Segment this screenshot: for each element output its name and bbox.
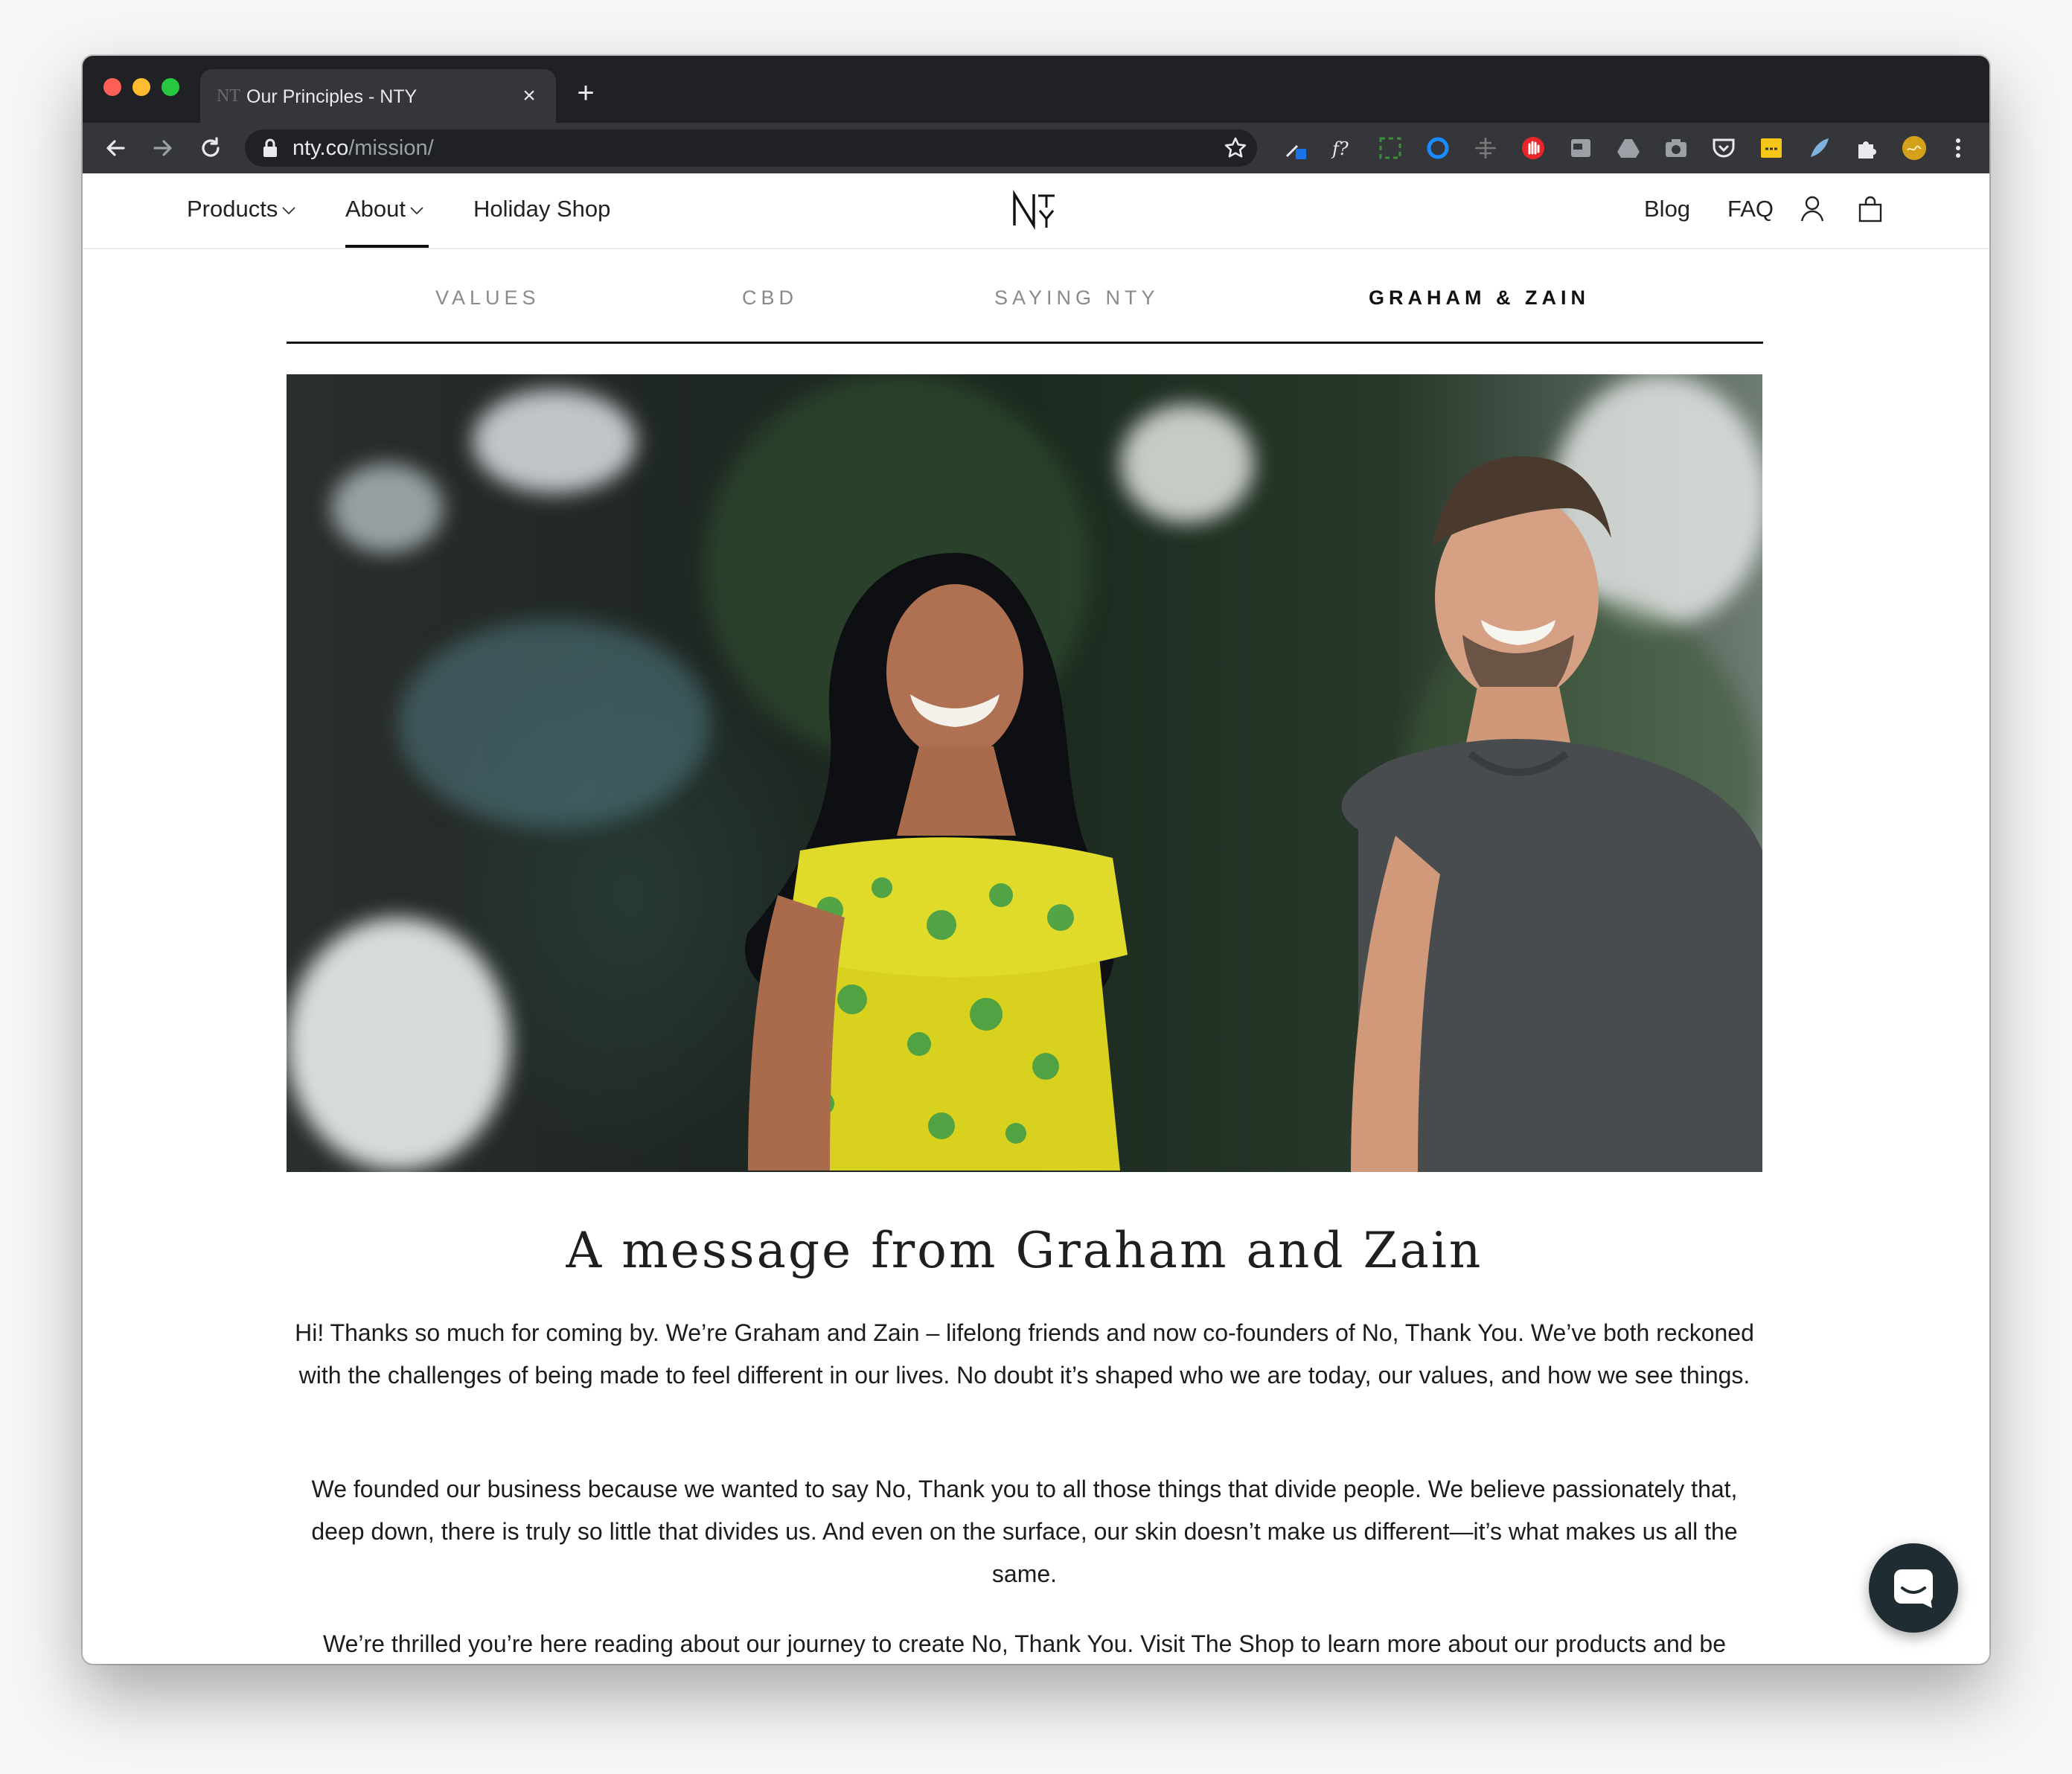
nav-holiday-shop[interactable]: Holiday Shop [473, 196, 610, 222]
close-window-button[interactable] [103, 78, 121, 96]
drive-extension-icon[interactable] [1616, 135, 1641, 161]
notes-extension-icon[interactable] [1759, 135, 1784, 161]
chevron-down-icon [282, 207, 295, 214]
reload-icon [202, 137, 220, 157]
maximize-window-button[interactable] [162, 78, 179, 96]
minimize-window-button[interactable] [132, 78, 150, 96]
chevron-down-icon [410, 207, 423, 214]
move-extension-icon[interactable] [1473, 135, 1498, 161]
url-text: nty.co/mission/ [292, 137, 434, 159]
subnav-values[interactable]: VALUES [435, 285, 540, 310]
extensions-puzzle-icon[interactable] [1854, 135, 1879, 161]
chat-launcher-button[interactable] [1869, 1543, 1958, 1633]
tab-strip: NT Our Principles - NTY × + [83, 56, 1989, 123]
bookmark-star-icon[interactable] [1223, 135, 1248, 161]
eyedropper-extension-icon[interactable] [1282, 135, 1308, 161]
shopping-bag-icon[interactable] [1857, 194, 1884, 224]
window-resizer-extension-icon[interactable] [1568, 135, 1593, 161]
new-tab-button[interactable]: + [569, 78, 602, 111]
back-arrow-icon [106, 140, 125, 156]
nav-products-label: Products [187, 196, 278, 222]
intro-paragraph-1: Hi! Thanks so much for coming by. We’re … [295, 1319, 1754, 1389]
forward-button[interactable] [147, 132, 179, 164]
browser-tab-active[interactable]: NT Our Principles - NTY × [200, 69, 556, 123]
browser-toolbar: nty.co/mission/ f? [83, 123, 1989, 173]
nav-active-underline [345, 245, 429, 248]
circle-extension-icon[interactable] [1425, 135, 1451, 161]
founders-figures [745, 456, 1762, 1172]
tab-title: Our Principles - NTY [246, 86, 418, 107]
intro-paragraph-3: We’re thrilled you’re here reading about… [322, 1630, 1727, 1657]
nav-about-label: About [345, 196, 406, 222]
stop-hand-extension-icon[interactable] [1521, 135, 1546, 161]
back-button[interactable] [99, 132, 132, 164]
intro-paragraph-2: We founded our business because we wante… [311, 1476, 1738, 1587]
subnav-graham-zain[interactable]: GRAHAM & ZAIN [1369, 285, 1590, 310]
lock-icon [263, 138, 277, 157]
nty-logo[interactable] [1011, 187, 1064, 231]
url-host: nty.co [292, 136, 349, 160]
pocket-extension-icon[interactable] [1711, 135, 1736, 161]
subnav-cbd[interactable]: CBD [742, 285, 798, 310]
address-bar[interactable]: nty.co/mission/ [245, 129, 1257, 167]
browser-menu-icon[interactable] [1951, 135, 1966, 161]
nty-favicon-icon: NT [217, 86, 240, 106]
url-path: /mission/ [348, 136, 434, 160]
forward-arrow-icon [153, 140, 172, 156]
about-subnav: VALUES CBD SAYING NTY GRAHAM & ZAIN [287, 279, 1763, 344]
browser-window: NT Our Principles - NTY × + nty.co/missi… [83, 56, 1989, 1664]
close-tab-icon[interactable]: × [516, 83, 543, 109]
chat-bubble-icon [1894, 1569, 1933, 1608]
reload-button[interactable] [194, 132, 227, 164]
font-finder-extension-icon[interactable]: f? [1330, 135, 1355, 161]
profile-avatar-icon[interactable] [1902, 135, 1927, 161]
feather-extension-icon[interactable] [1806, 135, 1832, 161]
nav-blog[interactable]: Blog [1644, 196, 1690, 222]
screen-capture-extension-icon[interactable] [1378, 135, 1403, 161]
subnav-saying-nty[interactable]: SAYING NTY [994, 285, 1160, 310]
founders-photo [287, 374, 1762, 1172]
page-headline: A message from Graham and Zain [566, 1222, 1483, 1279]
nav-faq[interactable]: FAQ [1727, 196, 1774, 222]
account-user-icon[interactable] [1799, 194, 1826, 224]
nav-products[interactable]: Products [187, 196, 295, 222]
site-header: Products About Holiday Shop Blog FAQ [83, 173, 1989, 249]
svg-text:f?: f? [1331, 138, 1349, 159]
camera-extension-icon[interactable] [1663, 135, 1689, 161]
nav-about[interactable]: About [345, 196, 423, 222]
